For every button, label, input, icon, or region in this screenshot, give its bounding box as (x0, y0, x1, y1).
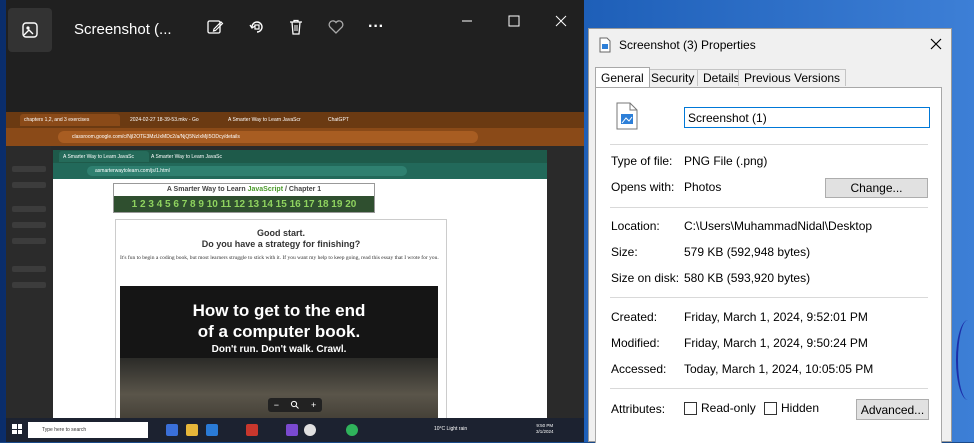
close-icon[interactable] (550, 10, 572, 32)
photos-window: Screenshot (... ··· chapters 1,2, and 3 … (6, 0, 584, 442)
zoom-magnifier-icon (290, 400, 300, 411)
photos-app-icon[interactable] (8, 8, 52, 52)
rotate-icon[interactable] (246, 16, 268, 38)
browser-tab: 2024-02-27 18-39-53.mkv - Go (130, 117, 199, 123)
browser-toolbar: classroom.google.com/c/NjI2OTE3MzUxMDc2/… (6, 128, 584, 146)
size-label: Size: (611, 245, 638, 259)
location-label: Location: (611, 219, 660, 233)
browser-url: classroom.google.com/c/NjI2OTE3MzUxMDc2/… (58, 131, 478, 143)
screenshot-image: chapters 1,2, and 3 exercises 2024-02-27… (6, 112, 584, 442)
desktop-wallpaper-curve (956, 320, 974, 400)
size-value: 579 KB (592,948 bytes) (684, 245, 811, 259)
accessed-value: Today, March 1, 2024, 10:05:05 PM (684, 362, 874, 376)
edit-icon[interactable] (204, 16, 226, 38)
taskbar-app-icon (186, 424, 198, 436)
popup-url: asmarterwaytolearn.com/js/1.html (87, 166, 407, 176)
chapter-numbers: 1 2 3 4 5 6 7 8 9 10 11 12 13 14 15 16 1… (114, 196, 374, 212)
tab-security[interactable]: Security (645, 69, 701, 86)
divider (610, 388, 928, 389)
intro-text: It's fun to begin a coding book, but mos… (120, 255, 439, 261)
zoom-in-icon: + (310, 400, 317, 410)
maximize-icon[interactable] (503, 10, 525, 32)
size-on-disk-label: Size on disk: (611, 271, 680, 285)
taskbar-app-icon (304, 424, 316, 436)
browser-tab: ChatGPT (328, 117, 349, 123)
photos-title: Screenshot (... (74, 21, 172, 38)
popup-tab: A Smarter Way to Learn JavaSc (151, 153, 222, 160)
tab-general[interactable]: General (595, 67, 650, 87)
created-value: Friday, March 1, 2024, 9:52:01 PM (684, 310, 868, 324)
windows-start-icon (12, 424, 22, 434)
popup-toolbar: asmarterwaytolearn.com/js/1.html (53, 163, 547, 179)
checkbox-box[interactable] (764, 401, 777, 415)
taskbar-weather: 10°C Light rain (434, 426, 468, 432)
opens-with-label: Opens with: (611, 180, 675, 194)
close-icon[interactable] (927, 35, 945, 53)
popup-tabstrip: A Smarter Way to Learn JavaSc A Smarter … (53, 150, 547, 163)
properties-dialog: Screenshot (3) Properties General Securi… (588, 28, 952, 443)
type-label: Type of file: (611, 154, 673, 168)
tab-previous-versions[interactable]: Previous Versions (738, 69, 847, 86)
delete-icon[interactable] (285, 16, 307, 38)
location-value: C:\Users\MuhammadNidal\Desktop (684, 219, 873, 233)
taskbar-app-icon (246, 424, 258, 436)
divider (610, 297, 928, 298)
windows-taskbar: Type here to search 10°C Light rain 9:50… (6, 418, 584, 442)
browser-tabstrip: chapters 1,2, and 3 exercises 2024-02-27… (6, 112, 584, 128)
change-button[interactable]: Change... (825, 178, 928, 198)
browser-tab: A Smarter Way to Learn JavaScr (228, 117, 301, 123)
opens-with-value: Photos (684, 180, 722, 194)
taskbar-clock: 9:50 PM 3/1/2024 (536, 423, 554, 434)
popup-page: A Smarter Way to Learn JavaScript / Chap… (53, 179, 547, 431)
advanced-button[interactable]: Advanced... (856, 399, 929, 420)
popup-tab: A Smarter Way to Learn JavaSc (59, 151, 149, 162)
modified-label: Modified: (611, 336, 660, 350)
divider (610, 144, 928, 145)
hero-title: How to get to the end of a computer book. (192, 301, 366, 341)
taskbar-app-icon (286, 424, 298, 436)
png-file-icon (616, 102, 638, 130)
size-on-disk-value: 580 KB (593,920 bytes) (684, 271, 811, 285)
taskbar-app-icon (166, 424, 178, 436)
zoom-controls: − + (268, 398, 322, 412)
favorite-icon[interactable] (325, 16, 347, 38)
taskbar-app-icon (206, 424, 218, 436)
browser-content: A Smarter Way to Learn JavaSc A Smarter … (6, 146, 584, 431)
classroom-sidebar (6, 146, 51, 426)
good-start-heading: Good start. Do you have a strategy for f… (201, 228, 361, 249)
modified-value: Friday, March 1, 2024, 9:50:24 PM (684, 336, 868, 350)
browser-tab: chapters 1,2, and 3 exercises (20, 114, 120, 126)
read-only-checkbox[interactable]: Read-only (684, 401, 756, 415)
zoom-out-icon: − (273, 400, 279, 410)
type-value: PNG File (.png) (684, 154, 768, 168)
taskbar-search: Type here to search (28, 422, 148, 438)
general-panel: Type of file: PNG File (.png) Opens with… (595, 87, 942, 443)
file-name-input[interactable] (684, 107, 930, 128)
divider (610, 207, 928, 208)
dialog-title: Screenshot (3) Properties (619, 38, 756, 52)
more-icon[interactable]: ··· (365, 16, 387, 38)
taskbar-app-icon (346, 424, 358, 436)
hidden-label: Hidden (781, 401, 820, 415)
created-label: Created: (611, 310, 658, 324)
file-icon (599, 37, 611, 53)
popup-browser: A Smarter Way to Learn JavaSc A Smarter … (53, 150, 547, 431)
hero-subtitle: Don't run. Don't walk. Crawl. (211, 344, 347, 355)
read-only-label: Read-only (701, 401, 756, 415)
photos-titlebar: Screenshot (... ··· (6, 0, 584, 58)
hidden-checkbox[interactable]: Hidden (764, 401, 819, 415)
chapter-title: A Smarter Way to Learn JavaScript / Chap… (166, 186, 322, 193)
checkbox-box[interactable] (684, 401, 697, 415)
attributes-label: Attributes: (611, 402, 666, 416)
minimize-icon[interactable] (456, 10, 478, 32)
chapter-header: A Smarter Way to Learn JavaScript / Chap… (113, 183, 375, 213)
accessed-label: Accessed: (611, 362, 667, 376)
